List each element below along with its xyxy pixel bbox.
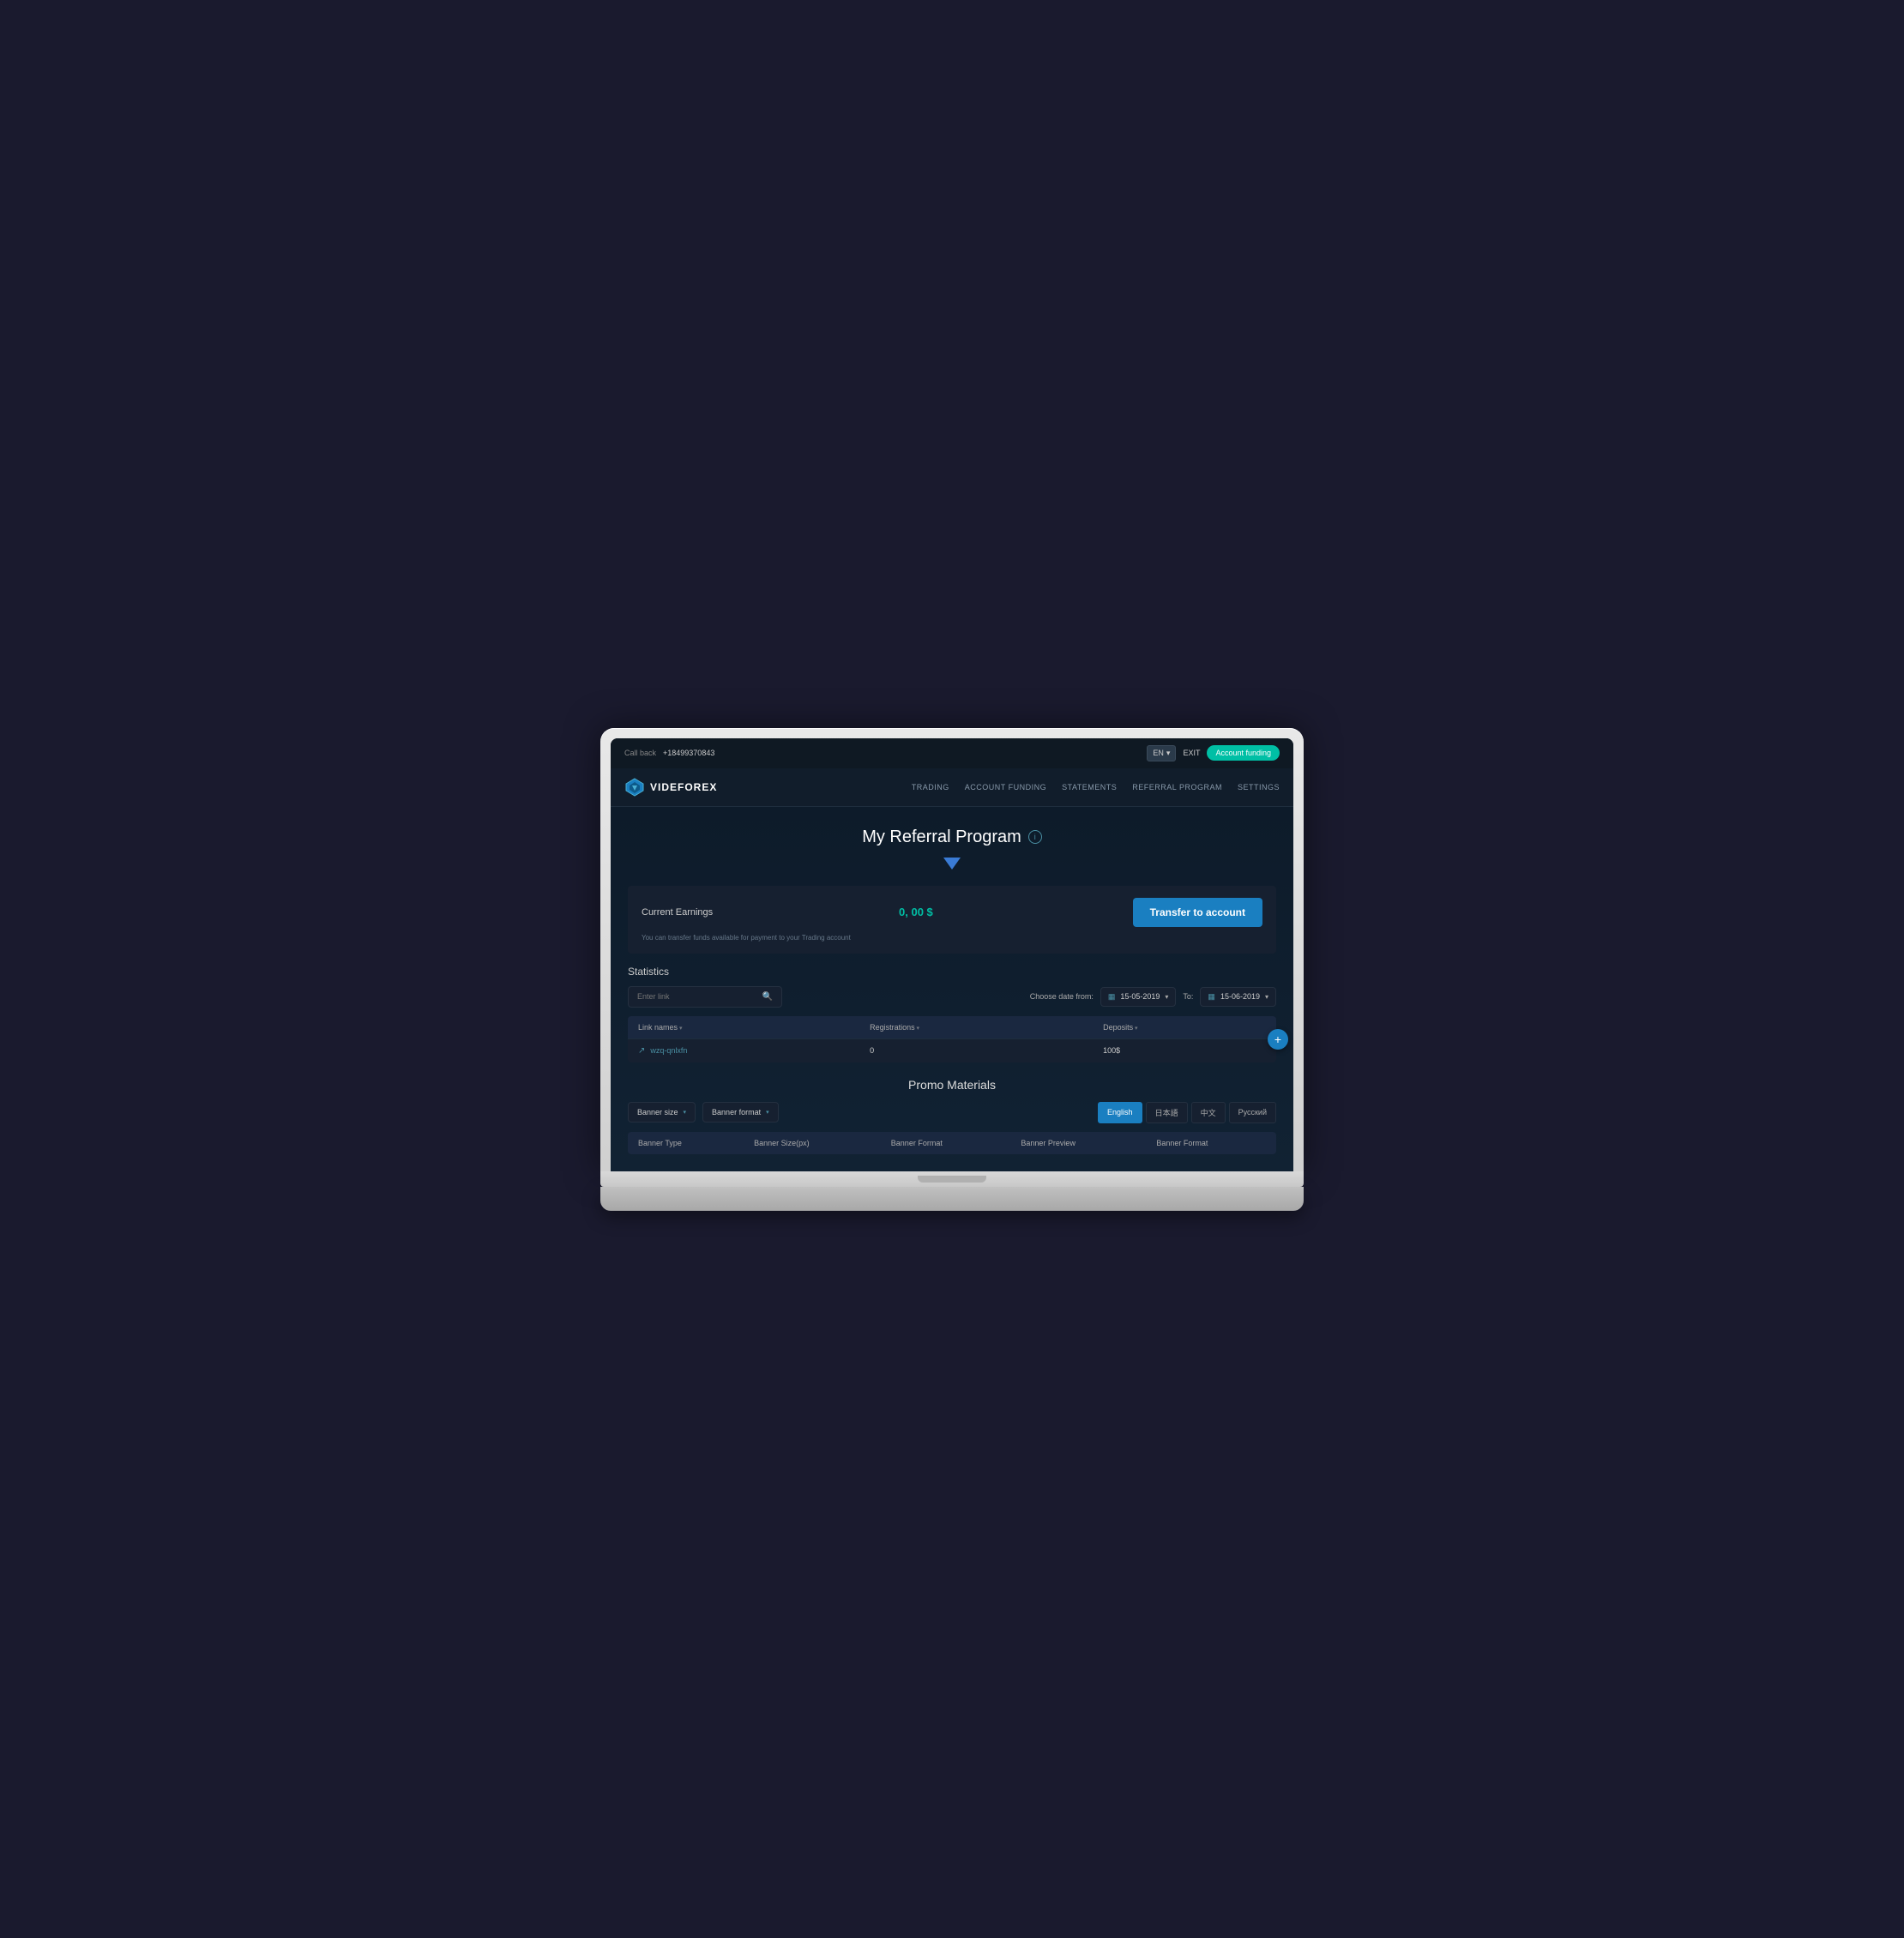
date-from-arrow-icon: ▾ [1165,993,1168,1001]
col-registrations[interactable]: Registrations [859,1016,1093,1039]
date-from-label: Choose date from: [1030,992,1094,1001]
banner-format-label: Banner format [712,1108,761,1116]
chevron-down-icon [628,858,1276,874]
add-link-button[interactable]: + [1268,1029,1288,1050]
account-funding-button[interactable]: Account funding [1207,745,1280,761]
banner-size-arrow-icon: ▾ [684,1109,687,1116]
date-to-arrow-icon: ▾ [1265,993,1268,1001]
banner-format-dropdown[interactable]: Banner format ▾ [702,1102,779,1122]
logo: VIDEFOREX [624,777,717,797]
nav-bar: VIDEFOREX TRADING ACCOUNT FUNDING STATEM… [611,768,1293,807]
date-from-value: 15-05-2019 [1120,992,1160,1001]
date-controls: Choose date from: ▦ 15-05-2019 ▾ To: ▦ 1… [1030,987,1276,1007]
link-name-value: wzq-qnlxfn [650,1046,687,1055]
main-content: My Referral Program i Current Earnings 0… [611,807,1293,1171]
info-icon[interactable]: i [1028,830,1042,844]
exit-button[interactable]: EXIT [1183,749,1200,757]
laptop-base-top [600,1171,1304,1187]
promo-title: Promo Materials [628,1078,1276,1092]
col-banner-type: Banner Type [628,1132,744,1154]
top-bar: Call back +18499370843 EN ▾ EXIT Account… [611,738,1293,768]
callback-label: Call back [624,749,656,757]
promo-controls: Banner size ▾ Banner format ▾ English 日本… [628,1102,1276,1123]
logo-text: VIDEFOREX [650,781,717,793]
lang-tab-chinese[interactable]: 中文 [1191,1102,1226,1123]
statistics-table: Link names Registrations Deposits ↗ [628,1016,1276,1062]
earnings-section: Current Earnings 0, 00 $ Transfer to acc… [628,886,1276,954]
date-to-label: To: [1183,992,1193,1001]
banner-table: Banner Type Banner Size(px) Banner Forma… [628,1132,1276,1154]
col-banner-size-px: Banner Size(px) [744,1132,881,1154]
date-to-value: 15-06-2019 [1220,992,1260,1001]
col-link-names[interactable]: Link names [628,1016,859,1039]
nav-link-settings[interactable]: SETTINGS [1238,783,1280,791]
statistics-title: Statistics [628,966,1276,978]
earnings-hint: You can transfer funds available for pay… [642,934,1262,942]
page-title: My Referral Program [862,828,1021,847]
laptop-screen-inner: Call back +18499370843 EN ▾ EXIT Account… [611,738,1293,1171]
earnings-label: Current Earnings [642,907,713,918]
banner-size-label: Banner size [637,1108,678,1116]
link-name-cell: ↗ wzq-qnlxfn [628,1038,859,1062]
earnings-value: 0, 00 $ [899,906,933,918]
logo-icon [624,777,645,797]
col-banner-preview: Banner Preview [1010,1132,1146,1154]
search-input[interactable] [637,992,757,1001]
link-arrow-icon: ↗ [638,1046,645,1056]
calendar-to-icon: ▦ [1208,992,1215,1002]
nav-link-account-funding[interactable]: ACCOUNT FUNDING [965,783,1046,791]
nav-links: TRADING ACCOUNT FUNDING STATEMENTS REFER… [912,783,1280,791]
lang-tab-english[interactable]: English [1098,1102,1142,1123]
lang-tab-japanese[interactable]: 日本語 [1146,1102,1188,1123]
phone-number: +18499370843 [663,749,714,757]
promo-controls-left: Banner size ▾ Banner format ▾ [628,1102,779,1122]
stats-table-header-row: Link names Registrations Deposits [628,1016,1276,1039]
laptop-base-bottom [600,1187,1304,1211]
date-from-picker[interactable]: ▦ 15-05-2019 ▾ [1100,987,1177,1007]
table-row: ↗ wzq-qnlxfn 0 100$ [628,1038,1276,1062]
calendar-from-icon: ▦ [1108,992,1116,1002]
col-deposits[interactable]: Deposits [1093,1016,1276,1039]
col-banner-format: Banner Format [881,1132,1011,1154]
banner-table-header-row: Banner Type Banner Size(px) Banner Forma… [628,1132,1276,1154]
banner-size-dropdown[interactable]: Banner size ▾ [628,1102,696,1122]
search-icon: 🔍 [762,992,773,1002]
nav-link-statements[interactable]: STATEMENTS [1062,783,1117,791]
laptop-screen-outer: Call back +18499370843 EN ▾ EXIT Account… [600,728,1304,1171]
nav-link-trading[interactable]: TRADING [912,783,949,791]
earnings-row: Current Earnings 0, 00 $ Transfer to acc… [642,898,1262,927]
lang-label: EN [1153,749,1164,757]
lang-tab-russian[interactable]: Русский [1229,1102,1276,1123]
lang-button[interactable]: EN ▾ [1147,745,1176,761]
top-bar-left: Call back +18499370843 [624,749,714,757]
language-tabs: English 日本語 中文 Русский [1098,1102,1276,1123]
transfer-to-account-button[interactable]: Transfer to account [1133,898,1262,927]
deposits-value: 100$ [1093,1038,1276,1062]
statistics-controls: 🔍 Choose date from: ▦ 15-05-2019 ▾ To: ▦… [628,986,1276,1008]
banner-format-arrow-icon: ▾ [766,1109,769,1116]
statistics-table-wrapper: Link names Registrations Deposits ↗ [628,1016,1276,1062]
lang-arrow-icon: ▾ [1166,749,1171,758]
top-bar-right: EN ▾ EXIT Account funding [1147,745,1280,761]
search-box: 🔍 [628,986,782,1008]
registrations-value: 0 [859,1038,1093,1062]
scene: Call back +18499370843 EN ▾ EXIT Account… [600,728,1304,1211]
date-to-picker[interactable]: ▦ 15-06-2019 ▾ [1200,987,1276,1007]
page-title-row: My Referral Program i [628,828,1276,847]
nav-link-referral-program[interactable]: REFERRAL PROGRAM [1132,783,1222,791]
col-banner-format-2: Banner Format [1146,1132,1276,1154]
